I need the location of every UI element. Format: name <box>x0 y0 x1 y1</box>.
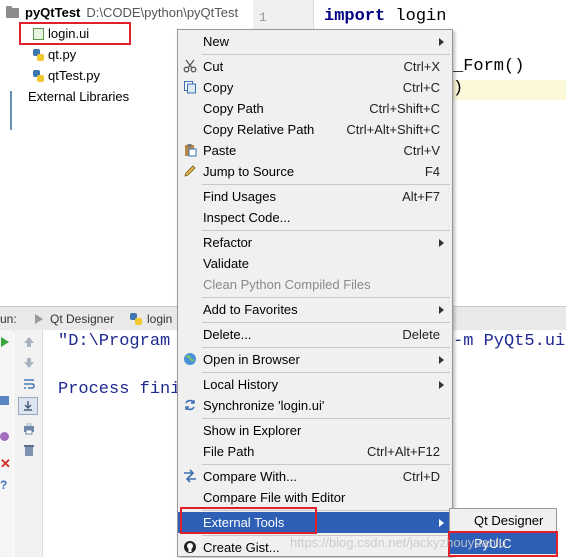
run-play-icon[interactable] <box>0 336 10 348</box>
code-line-partial-2: _Form() <box>453 57 525 76</box>
soft-wrap-icon[interactable] <box>22 377 36 391</box>
pencil-icon <box>184 165 196 177</box>
menu-item-add-to-favorites[interactable]: Add to Favorites <box>178 299 452 320</box>
menu-item-file-path[interactable]: File Path Ctrl+Alt+F12 <box>178 441 452 462</box>
pause-icon[interactable] <box>0 396 9 405</box>
menu-separator <box>202 230 450 231</box>
code-line-partial-3: ) <box>453 79 464 98</box>
menu-separator <box>202 464 450 465</box>
highlight-box-external-tools <box>180 507 317 534</box>
python-file-icon <box>33 48 44 61</box>
project-path: D:\CODE\python\pyQtTest <box>86 5 239 20</box>
tab-login[interactable]: login <box>130 310 172 328</box>
menu-item-copy-relative-path[interactable]: Copy Relative Path Ctrl+Alt+Shift+C <box>178 119 452 140</box>
menu-item-inspect-code[interactable]: Inspect Code... <box>178 207 452 228</box>
menu-item-local-history[interactable]: Local History <box>178 374 452 395</box>
menu-separator <box>202 184 450 185</box>
menu-separator <box>202 54 450 55</box>
file-name: qt.py <box>48 47 77 62</box>
output-line-1-left: "D:\Program <box>58 332 171 351</box>
menu-item-new[interactable]: New <box>178 31 452 52</box>
sync-icon <box>185 399 195 411</box>
run-icon <box>35 314 43 324</box>
tree-external-libraries[interactable]: External Libraries <box>10 86 130 130</box>
submenu-arrow-icon <box>439 38 444 46</box>
arrow-up-icon[interactable] <box>22 335 36 349</box>
menu-item-cut[interactable]: Cut Ctrl+X <box>178 56 452 77</box>
menu-item-copy-path[interactable]: Copy Path Ctrl+Shift+C <box>178 98 452 119</box>
print-icon[interactable] <box>22 421 36 435</box>
tab-qt-designer[interactable]: Qt Designer <box>33 310 114 328</box>
scissors-icon <box>183 59 197 73</box>
submenu-arrow-icon <box>439 356 444 364</box>
settings-icon[interactable] <box>0 432 9 441</box>
external-libraries-label: External Libraries <box>28 89 130 104</box>
line-number: 1 <box>259 10 267 25</box>
project-name: pyQtTest <box>25 5 81 20</box>
globe-icon <box>184 353 196 365</box>
run-toolbar <box>14 330 43 557</box>
menu-separator <box>202 372 450 373</box>
menu-item-synchronize[interactable]: Synchronize 'login.ui' <box>178 395 452 416</box>
context-menu: New Cut Ctrl+X Copy Ctrl+C Copy Path Ctrl+S… <box>177 29 453 557</box>
menu-separator <box>202 418 450 419</box>
github-icon <box>184 541 196 553</box>
left-tool-strip: ✕ ? <box>0 330 13 557</box>
menu-item-compare-with[interactable]: Compare With... Ctrl+D <box>178 466 452 487</box>
library-icon <box>10 91 24 130</box>
submenu-arrow-icon <box>439 519 444 527</box>
menu-item-validate[interactable]: Validate <box>178 253 452 274</box>
menu-item-copy[interactable]: Copy Ctrl+C <box>178 77 452 98</box>
compare-icon <box>184 469 196 483</box>
watermark: https://blog.csdn.net/jackyzhouyuanlu <box>290 535 507 550</box>
menu-item-clean-compiled: Clean Python Compiled Files <box>203 277 371 292</box>
scroll-end-icon <box>24 401 32 411</box>
menu-separator <box>202 297 450 298</box>
copy-icon <box>184 81 196 94</box>
output-line-2: Process fini <box>58 380 181 399</box>
code-line-1: import login <box>324 7 446 26</box>
python-file-icon <box>130 313 142 325</box>
menu-item-open-in-browser[interactable]: Open in Browser <box>178 349 452 370</box>
file-name: qtTest.py <box>48 68 101 83</box>
menu-item-show-in-explorer[interactable]: Show in Explorer <box>178 420 452 441</box>
import-keyword: import <box>324 7 386 26</box>
scroll-to-end-button[interactable] <box>18 397 38 415</box>
run-label: un: <box>0 312 17 326</box>
submenu-item-qt-designer[interactable]: Qt Designer <box>450 510 556 531</box>
tree-file-qt-py[interactable]: qt.py <box>33 44 76 65</box>
submenu-arrow-icon <box>439 239 444 247</box>
code-text: login <box>385 7 447 26</box>
close-icon[interactable]: ✕ <box>0 456 11 472</box>
submenu-arrow-icon <box>439 306 444 314</box>
menu-item-delete[interactable]: Delete... Delete <box>178 324 452 345</box>
menu-separator <box>202 347 450 348</box>
python-file-icon <box>33 69 44 82</box>
tree-root[interactable]: pyQtTest D:\CODE\python\pyQtTest <box>6 2 238 23</box>
paste-icon <box>185 144 197 157</box>
arrow-down-icon[interactable] <box>22 356 36 370</box>
menu-item-paste[interactable]: Paste Ctrl+V <box>178 140 452 161</box>
menu-item-compare-file-with-editor[interactable]: Compare File with Editor <box>178 487 452 508</box>
tree-file-qttest-py[interactable]: qtTest.py <box>33 65 100 86</box>
menu-separator <box>202 322 450 323</box>
folder-icon <box>6 5 19 18</box>
menu-item-find-usages[interactable]: Find Usages Alt+F7 <box>178 186 452 207</box>
menu-item-refactor[interactable]: Refactor <box>178 232 452 253</box>
trash-icon[interactable] <box>22 443 36 457</box>
submenu-arrow-icon <box>439 381 444 389</box>
help-icon[interactable]: ? <box>0 478 7 492</box>
output-line-1-right: -m PyQt5.uic <box>453 332 566 351</box>
highlight-box-login-ui <box>19 22 131 45</box>
menu-item-jump-to-source[interactable]: Jump to Source F4 <box>178 161 452 182</box>
